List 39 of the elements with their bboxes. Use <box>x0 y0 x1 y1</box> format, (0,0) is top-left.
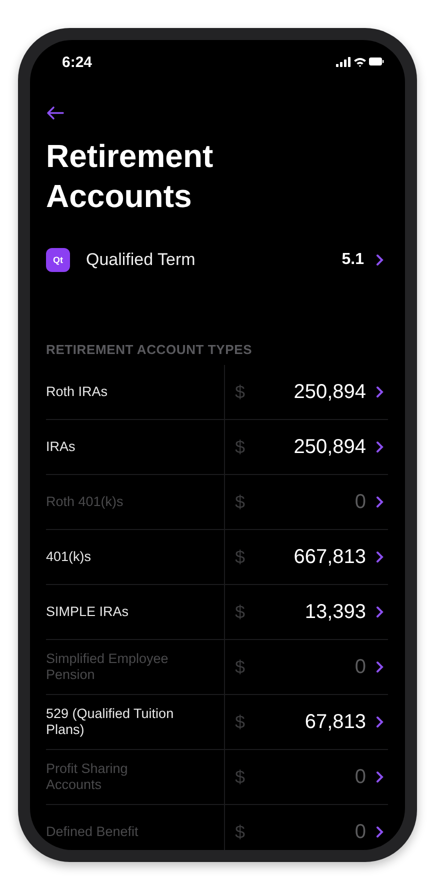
account-label: 529 (Qualified Tuition Plans) <box>46 706 175 738</box>
currency-sign: $ <box>224 530 265 584</box>
currency-sign: $ <box>224 475 265 529</box>
status-time: 6:24 <box>62 54 92 70</box>
currency-sign: $ <box>224 640 265 694</box>
account-amount: 67,813 <box>304 710 366 734</box>
account-label: Profit Sharing Accounts <box>46 761 129 793</box>
account-label: Roth 401(k)s <box>46 494 124 510</box>
account-row[interactable]: IRAs $ 250,894 <box>46 420 388 475</box>
account-amount: 0 <box>354 766 366 788</box>
summary-value: 5.1 <box>342 251 364 269</box>
account-label: SIMPLE IRAs <box>46 604 130 620</box>
account-amount: 13,393 <box>304 600 366 624</box>
currency-sign: $ <box>224 365 265 419</box>
section-heading: RETIREMENT ACCOUNT TYPES <box>46 342 254 357</box>
account-amount: 0 <box>354 490 366 514</box>
currency-sign: $ <box>224 420 265 474</box>
account-row[interactable]: 401(k)s $ 667,813 <box>46 530 388 585</box>
page-title: Retirement Accounts <box>46 137 214 216</box>
qualified-term-row[interactable]: Qt Qualified Term 5.1 <box>46 248 388 272</box>
account-row[interactable]: SIMPLE IRAs $ 13,393 <box>46 585 388 640</box>
account-amount: 0 <box>354 656 366 678</box>
currency-sign: $ <box>224 695 265 749</box>
account-amount: 250,894 <box>292 380 366 404</box>
account-row[interactable]: Roth IRAs $ 250,894 <box>46 365 388 420</box>
account-amount: 0 <box>354 820 366 844</box>
currency-sign: $ <box>224 805 265 850</box>
qt-badge: Qt <box>46 248 70 272</box>
account-label: 401(k)s <box>46 549 92 565</box>
account-amount: 250,894 <box>292 436 366 458</box>
summary-label: Qualified Term <box>86 250 196 270</box>
account-row[interactable]: 529 (Qualified Tuition Plans) $ 67,813 <box>46 695 388 750</box>
account-label: Defined Benefit <box>46 824 140 840</box>
currency-sign: $ <box>224 585 265 639</box>
account-amount: 667,813 <box>292 546 366 568</box>
account-label: IRAs <box>46 439 76 455</box>
currency-sign: $ <box>224 750 265 804</box>
account-label: Simplified Employee Pension <box>46 651 170 683</box>
account-label: Roth IRAs <box>46 384 109 400</box>
